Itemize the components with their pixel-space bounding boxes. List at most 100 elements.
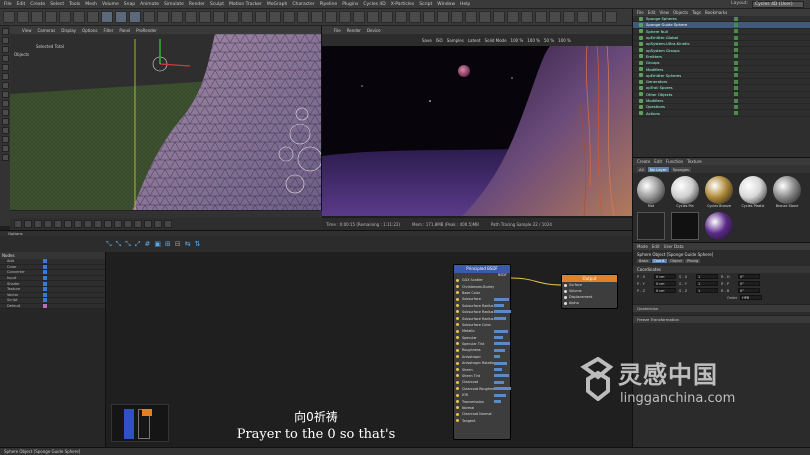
menu-item-x-particles[interactable]: X-Particles	[391, 2, 414, 7]
coordinate-field[interactable]: 0°	[738, 274, 760, 279]
port-socket-icon[interactable]	[456, 399, 459, 403]
node-category[interactable]: Default	[0, 303, 105, 310]
visibility-check-icon[interactable]	[734, 104, 738, 109]
material-swatch[interactable]	[705, 212, 733, 240]
split-icon[interactable]: ⇅	[195, 240, 201, 248]
port-socket-icon[interactable]	[456, 336, 459, 340]
light-icon[interactable]	[297, 11, 309, 23]
material-swatch[interactable]	[671, 212, 699, 240]
port-socket-icon[interactable]	[456, 284, 459, 288]
menu-item-file[interactable]: File	[4, 2, 12, 7]
render-setting[interactable]: 100 %	[511, 38, 524, 43]
material-swatch[interactable]	[637, 176, 665, 204]
material-tab-no-layer[interactable]: No Layer	[647, 166, 669, 172]
move-icon[interactable]	[45, 11, 57, 23]
spline-icon[interactable]	[213, 11, 225, 23]
cycles-render-icon[interactable]	[367, 11, 379, 23]
tweak-mode-icon[interactable]	[1, 82, 9, 89]
menu-item-render[interactable]: Render	[189, 2, 205, 7]
axis-icon[interactable]	[423, 11, 435, 23]
object-row[interactable]: Actions	[633, 110, 810, 117]
more-icon-7[interactable]	[591, 11, 603, 23]
workplane-icon[interactable]	[1, 100, 9, 107]
texture-mode-icon[interactable]	[1, 64, 9, 71]
render-menu-file[interactable]: File	[334, 28, 341, 33]
points-mode-icon[interactable]	[1, 28, 9, 35]
render-setting[interactable]: 100 %	[527, 38, 540, 43]
port-socket-icon[interactable]	[456, 316, 459, 320]
port-socket-icon[interactable]	[564, 295, 567, 299]
viewport-menu-filter[interactable]: Filter	[103, 28, 113, 33]
perspective-viewport[interactable]: View Cameras Display Options Filter Panel ProR…	[10, 26, 322, 216]
key-pla-icon[interactable]	[144, 220, 152, 228]
play-icon[interactable]	[44, 220, 52, 228]
material-tab-sponges[interactable]: Sponges	[670, 166, 691, 172]
z-axis-icon[interactable]	[129, 11, 141, 23]
material-menu-texture[interactable]: Texture	[687, 159, 702, 164]
polygons-mode-icon[interactable]	[1, 46, 9, 53]
port-socket-icon[interactable]	[456, 342, 459, 346]
link-icon-4[interactable]: ⤢	[135, 240, 141, 249]
coordinate-field[interactable]: 0°	[738, 281, 760, 286]
menu-item-volume[interactable]: Volume	[102, 2, 119, 7]
port-value-slider[interactable]	[494, 374, 509, 378]
visibility-check-icon[interactable]	[734, 41, 738, 46]
more-icon-3[interactable]	[535, 11, 547, 23]
visibility-check-icon[interactable]	[734, 92, 738, 97]
port-value-slider[interactable]	[494, 336, 503, 340]
collapsed-section[interactable]: Freeze Transformation	[633, 315, 810, 323]
python-icon[interactable]	[465, 11, 477, 23]
recent-icon[interactable]	[87, 11, 99, 23]
material-swatch[interactable]	[637, 212, 665, 240]
material-swatch[interactable]	[739, 176, 767, 204]
frame-icon[interactable]: ▣	[154, 240, 161, 248]
xp-emitter-icon[interactable]	[325, 11, 337, 23]
snap-icon[interactable]	[395, 11, 407, 23]
render-region-icon[interactable]	[1, 154, 9, 161]
material-swatch[interactable]	[705, 176, 733, 204]
visibility-check-icon[interactable]	[734, 79, 738, 84]
visibility-check-icon[interactable]	[734, 67, 738, 72]
port-socket-icon[interactable]	[456, 355, 459, 359]
solo-icon[interactable]	[1, 145, 9, 152]
subdivision-icon[interactable]	[227, 11, 239, 23]
menu-item-simulate[interactable]: Simulate	[164, 2, 184, 7]
port-socket-icon[interactable]	[456, 387, 459, 391]
viewport-menu-cameras[interactable]: Cameras	[38, 28, 56, 33]
port-value-slider[interactable]	[494, 393, 506, 397]
edges-mode-icon[interactable]	[1, 37, 9, 44]
material-tab-all[interactable]: All	[637, 166, 646, 172]
y-axis-icon[interactable]	[115, 11, 127, 23]
render-settings-icon[interactable]	[185, 11, 197, 23]
key-param-icon[interactable]	[134, 220, 142, 228]
attribute-menu-user-data[interactable]: User Data	[664, 244, 684, 249]
port-socket-icon[interactable]	[456, 278, 459, 282]
port-value-slider[interactable]	[494, 399, 501, 403]
material-swatch[interactable]	[671, 176, 699, 204]
visibility-check-icon[interactable]	[734, 98, 738, 103]
object-menu-bookmarks[interactable]: Bookmarks	[705, 10, 727, 15]
sculpt-icon[interactable]	[1, 109, 9, 116]
menu-item-script[interactable]: Script	[419, 2, 432, 7]
coordinate-field[interactable]: 0 cm	[654, 281, 676, 286]
output-port[interactable]: Alpha	[562, 300, 617, 306]
port-socket-icon[interactable]	[456, 374, 459, 378]
menu-item-motion-tracker[interactable]: Motion Tracker	[229, 2, 262, 7]
attribute-menu-edit[interactable]: Edit	[652, 244, 660, 249]
port-value-slider[interactable]	[494, 367, 502, 371]
attribute-tab-coord[interactable]: Coord.	[651, 259, 668, 263]
menu-item-sculpt[interactable]: Sculpt	[210, 2, 224, 7]
menu-item-mograph[interactable]: MoGraph	[267, 2, 287, 7]
auto-key-icon[interactable]	[94, 220, 102, 228]
port-socket-icon[interactable]	[456, 329, 459, 333]
motion-icon[interactable]	[154, 220, 162, 228]
axis-mode-icon[interactable]	[1, 73, 9, 80]
connect-icon[interactable]: ⇆	[185, 240, 191, 248]
object-menu-edit[interactable]: Edit	[648, 10, 656, 15]
port-socket-icon[interactable]	[564, 289, 567, 293]
viewport-menu-options[interactable]: Options	[82, 28, 97, 33]
next-key-icon[interactable]	[64, 220, 72, 228]
port-value-slider[interactable]	[494, 355, 500, 359]
render-menu-render[interactable]: Render	[347, 28, 361, 33]
next-frame-icon[interactable]	[54, 220, 62, 228]
